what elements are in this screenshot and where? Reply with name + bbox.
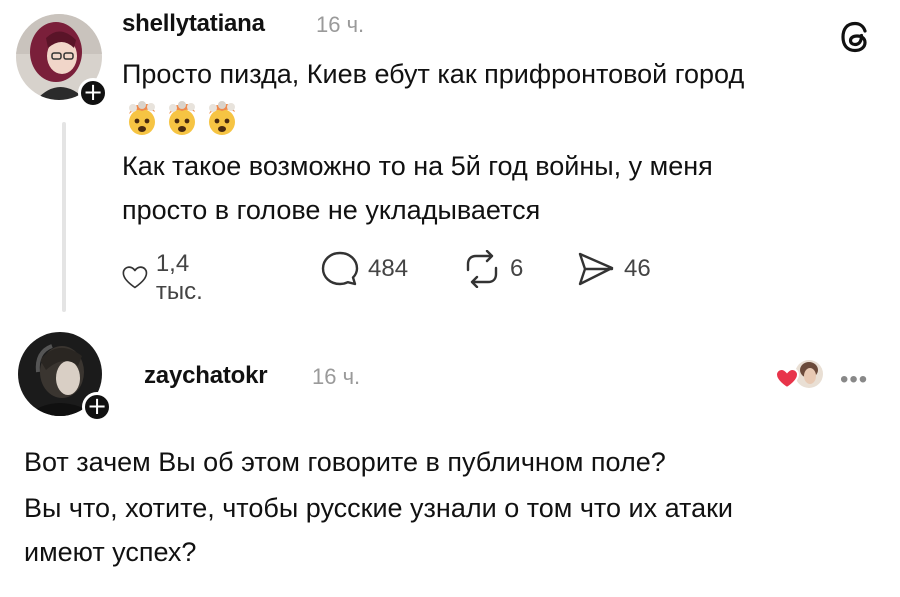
username[interactable]: zaychatokr	[144, 362, 268, 390]
repost-count: 6	[510, 255, 524, 282]
comment-button[interactable]: 484	[320, 250, 408, 288]
post-text-line-3: просто в голове не укладывается	[122, 195, 541, 225]
reply-text-line-2: Вы что, хотите, чтобы русские узнали о т…	[24, 493, 733, 523]
heart-icon	[122, 266, 148, 289]
follow-plus-button[interactable]: +	[82, 392, 112, 422]
emoji-row	[124, 100, 240, 136]
exploding-head-icon	[169, 101, 195, 135]
timestamp: 16 ч.	[316, 12, 365, 37]
like-button[interactable]: 1,4 тыс.	[122, 250, 215, 306]
reply-text-line-3: имеют успех?	[24, 537, 197, 567]
repost-icon	[466, 250, 498, 288]
thread-connector-line	[62, 122, 66, 312]
author-liked-reaction	[774, 358, 825, 394]
exploding-head-icon	[209, 101, 235, 135]
timestamp: 16 ч.	[312, 364, 361, 389]
share-count: 46	[624, 255, 651, 282]
post-text-line-2: Как такое возможно то на 5й год войны, у…	[122, 151, 713, 181]
follow-plus-button[interactable]: +	[78, 78, 108, 108]
reply-text-line-1: Вот зачем Вы об этом говорите в публично…	[24, 447, 666, 477]
repost-button[interactable]: 6	[462, 250, 523, 288]
exploding-head-icon	[129, 101, 155, 135]
share-button[interactable]: 46	[576, 250, 651, 288]
more-options-button[interactable]: •••	[840, 366, 868, 394]
post-text-line-1: Просто пизда, Киев ебут как прифронтовой…	[122, 59, 745, 89]
comment-count: 484	[368, 255, 409, 282]
like-count: 1,4 тыс.	[155, 250, 203, 305]
send-icon	[578, 252, 614, 286]
threads-logo-icon[interactable]	[834, 15, 878, 64]
username[interactable]: shellytatiana	[122, 10, 265, 38]
comment-bubble-icon	[321, 251, 359, 286]
